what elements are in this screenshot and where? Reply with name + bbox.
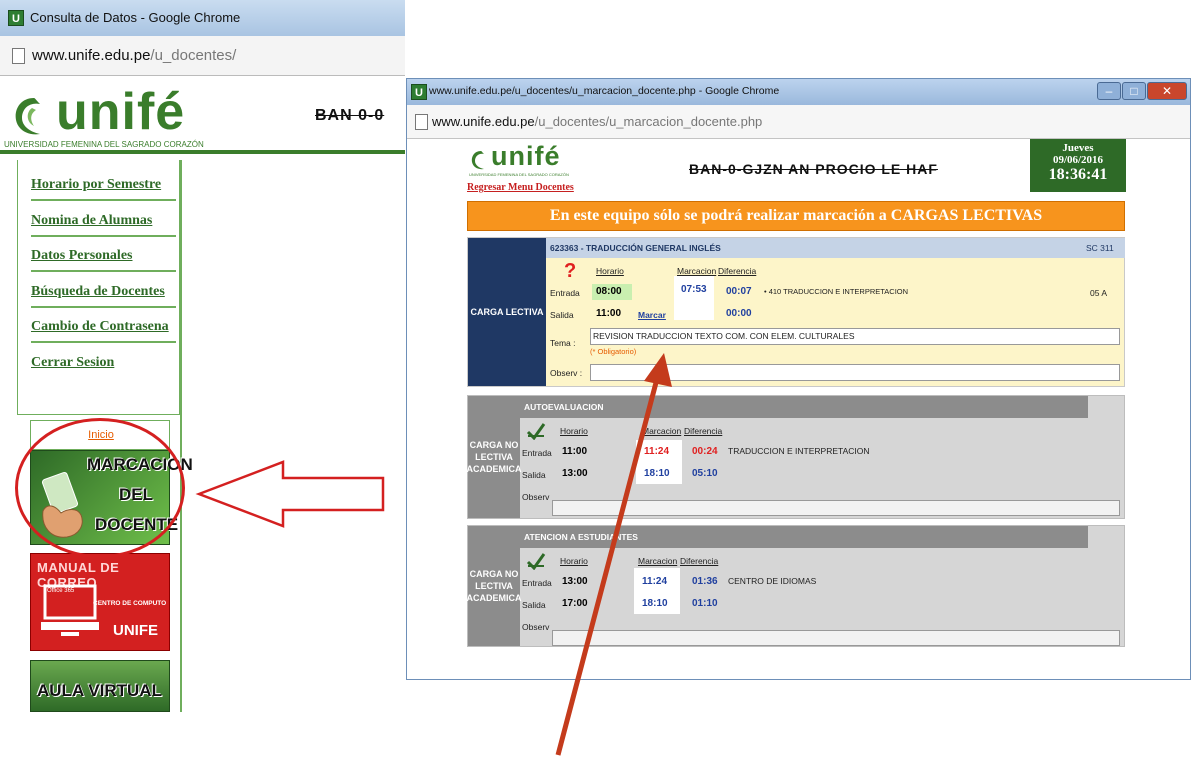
current-time: 18:36:41 bbox=[1048, 166, 1108, 183]
header-divider bbox=[0, 150, 405, 154]
question-mark-icon: ? bbox=[564, 260, 577, 282]
carga-no-lectiva-label-2: CARGA NO LECTIVA ACADEMICA bbox=[467, 526, 522, 646]
left-url[interactable]: www.unife.edu.pe/u_docentes/ bbox=[32, 47, 236, 64]
left-url-host: www.unife.edu.pe bbox=[32, 47, 151, 64]
unife-logo-subtitle: UNIVERSIDAD FEMENINA DEL SAGRADO CORAZÓN bbox=[4, 140, 204, 149]
col-horario: Horario bbox=[596, 266, 624, 276]
nav-horario-por-semestre[interactable]: Horario por Semestre bbox=[31, 177, 176, 201]
left-url-path: /u_docentes/ bbox=[150, 47, 237, 64]
nav-nomina-de-alumnas[interactable]: Nomina de Alumnas bbox=[31, 213, 176, 237]
right-browser-window: U www.unife.edu.pe/u_docentes/u_marcacio… bbox=[406, 78, 1191, 680]
nav-cerrar-sesion[interactable]: Cerrar Sesion bbox=[31, 355, 176, 377]
entrada-diferencia: 01:36 bbox=[692, 576, 718, 587]
notice-banner: En este equipo sólo se podrá realizar ma… bbox=[467, 201, 1125, 231]
unife-emblem-icon bbox=[471, 151, 484, 170]
activity-description: CENTRO DE IDIOMAS bbox=[728, 576, 817, 586]
unife-app-icon: U bbox=[411, 84, 427, 100]
right-url-path: /u_docentes/u_marcacion_docente.php bbox=[534, 114, 763, 129]
salida-horario: 11:00 bbox=[596, 308, 622, 319]
day-name: Jueves bbox=[1062, 142, 1094, 154]
left-title-bar: U Consulta de Datos - Google Chrome bbox=[0, 0, 405, 36]
unife-logo-text: unifé bbox=[56, 83, 186, 141]
course-name: 623363 - TRADUCCIÓN GENERAL INGLÉS bbox=[550, 243, 721, 253]
right-url[interactable]: www.unife.edu.pe/u_docentes/u_marcacion_… bbox=[432, 114, 762, 129]
current-date: 09/06/2016 bbox=[1052, 154, 1104, 166]
course-header: 623363 - TRADUCCIÓN GENERAL INGLÉS SC 31… bbox=[546, 238, 1125, 258]
salida-diferencia: 01:10 bbox=[692, 598, 718, 609]
col-diferencia: Diferencia bbox=[684, 426, 723, 436]
maximize-icon[interactable]: □ bbox=[1122, 82, 1146, 100]
col-diferencia: Diferencia bbox=[718, 266, 757, 276]
docentes-nav-menu: Horario por Semestre Nomina de Alumnas D… bbox=[17, 160, 180, 415]
salida-diferencia: 05:10 bbox=[692, 468, 718, 479]
entrada-label: Entrada bbox=[550, 288, 580, 298]
entrada-horario: 08:00 bbox=[592, 284, 632, 300]
aula-virtual-tile[interactable]: AULA VIRTUAL bbox=[30, 660, 170, 712]
date-time-box: Jueves 09/06/2016 18:36:41 bbox=[1030, 139, 1126, 192]
entrada-diferencia: 00:24 bbox=[692, 446, 718, 457]
left-window-title: Consulta de Datos - Google Chrome bbox=[30, 10, 241, 25]
activity-description: TRADUCCION E INTERPRETACION bbox=[728, 446, 870, 456]
unife-emblem-icon bbox=[15, 98, 40, 135]
tema-input[interactable]: REVISION TRADUCCION TEXTO COM. CON ELEM.… bbox=[590, 328, 1120, 345]
left-browser-window: U Consulta de Datos - Google Chrome www.… bbox=[0, 0, 405, 712]
right-header-banner: BAN-0-GJZN AN PROCIO LE HAF bbox=[689, 161, 938, 177]
close-icon[interactable]: ✕ bbox=[1147, 82, 1187, 100]
pointing-arrow-icon bbox=[555, 353, 672, 756]
office365-label: Office 365 bbox=[47, 588, 75, 594]
right-url-host: www.unife.edu.pe bbox=[432, 114, 535, 129]
manual-de-correo-tile[interactable]: MANUAL DE CORREO Office 365 CENTRO DE CO… bbox=[30, 553, 170, 651]
right-unife-logo-text: unifé bbox=[491, 141, 561, 171]
salida-diferencia: 00:00 bbox=[726, 308, 752, 319]
centro-de-computo-label: CENTRO DE COMPUTO bbox=[93, 600, 167, 607]
left-address-bar[interactable]: www.unife.edu.pe/u_docentes/ bbox=[0, 36, 405, 76]
nav-separator bbox=[180, 160, 182, 712]
carga-no-lectiva-label-1: CARGA NO LECTIVA ACADEMICA bbox=[467, 396, 522, 518]
right-title-bar: U www.unife.edu.pe/u_docentes/u_marcacio… bbox=[407, 79, 1190, 105]
page-icon bbox=[12, 48, 25, 64]
col-marcacion: Marcacion bbox=[677, 266, 717, 276]
right-address-bar[interactable]: www.unife.edu.pe/u_docentes/u_marcacion_… bbox=[407, 105, 1190, 139]
unife-app-icon: U bbox=[8, 10, 24, 26]
header-banner-fragment: BAN 0-0 bbox=[315, 107, 385, 124]
nav-busqueda-de-docentes[interactable]: Búsqueda de Docentes bbox=[31, 284, 176, 308]
col-diferencia: Diferencia bbox=[680, 556, 719, 566]
section-label: 05 A bbox=[1090, 288, 1108, 298]
aula-virtual-label: AULA VIRTUAL bbox=[37, 681, 162, 700]
regresar-menu-docentes-link[interactable]: Regresar Menu Docentes bbox=[467, 182, 574, 193]
page-icon bbox=[415, 114, 428, 130]
hollow-arrow-icon bbox=[195, 460, 385, 528]
right-unife-logo-subtitle: UNIVERSIDAD FEMENINA DEL SAGRADO CORAZÓN bbox=[469, 172, 569, 177]
unife-label: UNIFE bbox=[113, 622, 158, 639]
nav-datos-personales[interactable]: Datos Personales bbox=[31, 248, 176, 272]
minimize-icon[interactable]: – bbox=[1097, 82, 1121, 100]
program-name: • 410 TRADUCCION E INTERPRETACION bbox=[764, 287, 909, 296]
highlight-ellipse bbox=[15, 418, 185, 558]
course-room: SC 311 bbox=[1086, 243, 1114, 253]
entrada-diferencia: 00:07 bbox=[726, 286, 752, 297]
marcar-link[interactable]: Marcar bbox=[638, 310, 666, 320]
nav-cambio-de-contrasena[interactable]: Cambio de Contrasena bbox=[31, 319, 176, 343]
right-window-title: www.unife.edu.pe/u_docentes/u_marcacion_… bbox=[429, 85, 780, 97]
entrada-marcacion: 07:53 bbox=[674, 276, 714, 320]
salida-label: Salida bbox=[550, 310, 574, 320]
